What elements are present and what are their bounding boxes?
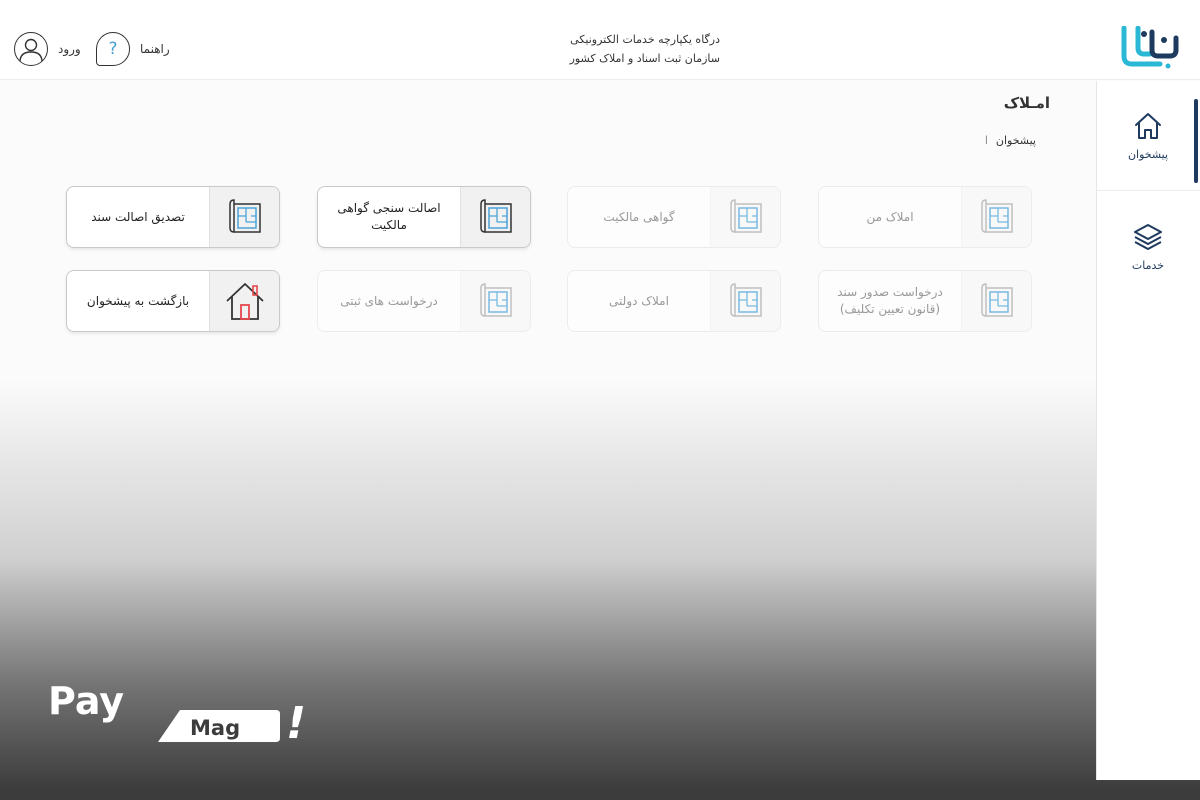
paymag-watermark: Pay Mag ! xyxy=(48,679,306,749)
card-label: املاک من xyxy=(866,209,914,224)
user-icon xyxy=(14,32,48,66)
sidebar-item-services[interactable]: خدمات xyxy=(1096,191,1200,301)
card-label: درخواست صدور سند (قانون تعیین تکلیف) xyxy=(837,285,943,316)
watermark-mag: Mag xyxy=(190,716,240,740)
top-header: درگاه یکپارچه خدمات الکترونیکی سازمان ثب… xyxy=(0,0,1200,80)
watermark-bang: ! xyxy=(286,698,306,749)
portal-title-line2: سازمان ثبت اسناد و املاک کشور xyxy=(569,52,720,65)
card-ownership-certificate[interactable]: گواهی مالکیت xyxy=(567,186,781,248)
card-label: املاک دولتی xyxy=(609,293,669,308)
blueprint-icon xyxy=(961,187,1031,247)
login-label: ورود xyxy=(58,42,81,56)
card-registration-requests[interactable]: درخواست های ثبتی xyxy=(317,270,531,332)
card-government-properties[interactable]: املاک دولتی xyxy=(567,270,781,332)
card-my-properties[interactable]: املاک من xyxy=(818,186,1032,248)
portal-title: درگاه یکپارچه خدمات الکترونیکی سازمان ثب… xyxy=(480,30,720,68)
portal-title-line1: درگاه یکپارچه خدمات الکترونیکی xyxy=(570,33,720,46)
blueprint-icon xyxy=(460,187,530,247)
card-label: تصدیق اصالت سند xyxy=(91,209,185,224)
question-icon: ? xyxy=(96,32,130,66)
page-title: امـلاک xyxy=(1003,94,1050,112)
sidebar-item-label: خدمات xyxy=(1131,258,1165,272)
blueprint-icon xyxy=(961,271,1031,331)
card-verify-document[interactable]: تصدیق اصالت سند xyxy=(66,186,280,248)
card-label: اصالت سنجی گواهی مالکیت xyxy=(337,201,441,232)
home-icon xyxy=(1135,113,1161,139)
breadcrumb-item-dashboard[interactable]: پیشخوان xyxy=(996,134,1036,147)
blueprint-icon xyxy=(710,187,780,247)
blueprint-icon xyxy=(710,271,780,331)
blueprint-icon xyxy=(460,271,530,331)
sabt-man-logo[interactable] xyxy=(1120,26,1180,70)
card-request-deed-issuance[interactable]: درخواست صدور سند (قانون تعیین تکلیف) xyxy=(818,270,1032,332)
blueprint-icon xyxy=(209,187,279,247)
card-label: گواهی مالکیت xyxy=(603,209,675,224)
help-button[interactable]: ? راهنما xyxy=(96,32,170,66)
card-label: بازگشت به پیشخوان xyxy=(86,293,190,308)
watermark-pay: Pay xyxy=(48,679,124,723)
sidebar-item-label: پیشخوان xyxy=(1127,148,1169,161)
house-icon xyxy=(209,271,279,331)
sidebar-item-dashboard[interactable]: پیشخوان xyxy=(1096,81,1200,191)
card-back-to-dashboard[interactable]: بازگشت به پیشخوان xyxy=(66,270,280,332)
login-button[interactable]: ورود xyxy=(14,32,81,66)
card-label: درخواست های ثبتی xyxy=(340,293,438,308)
layers-icon xyxy=(1134,223,1162,250)
breadcrumb: پیشخوان ا xyxy=(985,134,1036,147)
card-verify-ownership-certificate[interactable]: اصالت سنجی گواهی مالکیت xyxy=(317,186,531,248)
breadcrumb-separator: ا xyxy=(984,134,988,147)
help-label: راهنما xyxy=(140,42,170,56)
sidebar: پیشخوان خدمات xyxy=(1096,81,1200,780)
